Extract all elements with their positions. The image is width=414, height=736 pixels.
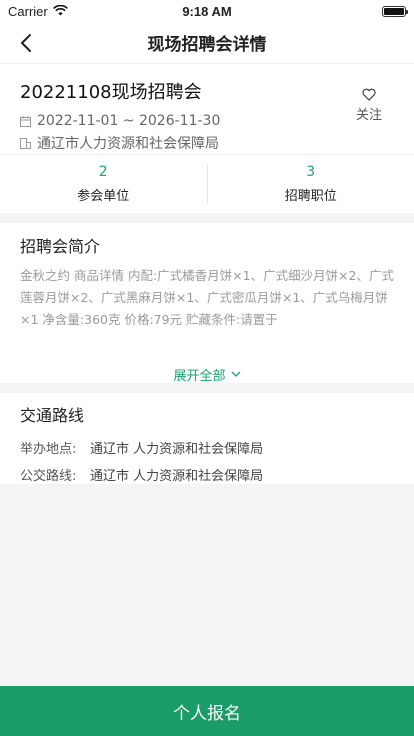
- stat-positions-count: 3: [306, 164, 316, 180]
- apply-button[interactable]: 个人报名: [0, 686, 414, 736]
- route-venue-value: 通辽市 人力资源和社会保障局: [90, 442, 264, 457]
- status-left: Carrier: [8, 4, 68, 19]
- route-section: 交通路线 举办地点: 通辽市 人力资源和社会保障局 公交路线: 通辽市 人力资源…: [0, 393, 414, 484]
- follow-button[interactable]: 关注: [356, 88, 382, 123]
- stat-companies-label: 参会单位: [77, 189, 130, 204]
- building-icon: [20, 137, 31, 149]
- stat-positions[interactable]: 3 招聘职位: [208, 164, 414, 204]
- intro-text: 金秋之约 商品详情 内配:广式橘香月饼×1、广式细沙月饼×2、广式莲蓉月饼×2、…: [20, 268, 394, 327]
- fair-organizer-row: 通辽市人力资源和社会保障局: [20, 132, 394, 154]
- route-venue-key: 举办地点:: [20, 442, 77, 457]
- route-bus-value: 通辽市 人力资源和社会保障局: [90, 469, 264, 484]
- follow-label: 关注: [355, 108, 382, 123]
- chevron-left-icon: [21, 34, 31, 52]
- fair-title: 20221108现场招聘会: [20, 82, 202, 103]
- fair-organizer: 通辽市人力资源和社会保障局: [37, 136, 219, 152]
- stat-companies[interactable]: 2 参会单位: [0, 164, 207, 204]
- status-bar: Carrier 9:18 AM: [0, 0, 414, 22]
- expand-all-button[interactable]: 展开全部: [20, 353, 394, 395]
- heart-icon: [362, 88, 376, 101]
- apply-label: 个人报名: [173, 703, 241, 724]
- calendar-icon: [20, 115, 31, 127]
- wifi-icon: [52, 4, 68, 19]
- back-button[interactable]: [14, 30, 38, 56]
- carrier-label: Carrier: [8, 3, 48, 19]
- route-title: 交通路线: [20, 406, 85, 425]
- fair-date-row: 2022-11-01 ~ 2026-11-30: [20, 110, 394, 132]
- fair-header: 20221108现场招聘会 2022-11-01 ~ 2026-11-30 通辽…: [0, 64, 414, 155]
- fair-date-range: 2022-11-01 ~ 2026-11-30: [37, 113, 221, 129]
- route-row-venue: 举办地点: 通辽市 人力资源和社会保障局: [20, 434, 394, 461]
- battery-icon: [382, 5, 408, 17]
- intro-section: 招聘会简介 金秋之约 商品详情 内配:广式橘香月饼×1、广式细沙月饼×2、广式莲…: [0, 223, 414, 384]
- stats-bar: 2 参会单位 3 招聘职位: [0, 155, 414, 213]
- route-row-bus: 公交路线: 通辽市 人力资源和社会保障局: [20, 461, 394, 488]
- chevron-down-icon: [231, 371, 240, 377]
- page-title: 现场招聘会详情: [147, 35, 267, 55]
- route-bus-key: 公交路线:: [20, 469, 77, 484]
- expand-label: 展开全部: [173, 368, 226, 384]
- stat-companies-count: 2: [98, 164, 108, 180]
- nav-bar: 现场招聘会详情: [0, 22, 414, 64]
- intro-title: 招聘会简介: [20, 237, 101, 256]
- stat-positions-label: 招聘职位: [284, 189, 337, 204]
